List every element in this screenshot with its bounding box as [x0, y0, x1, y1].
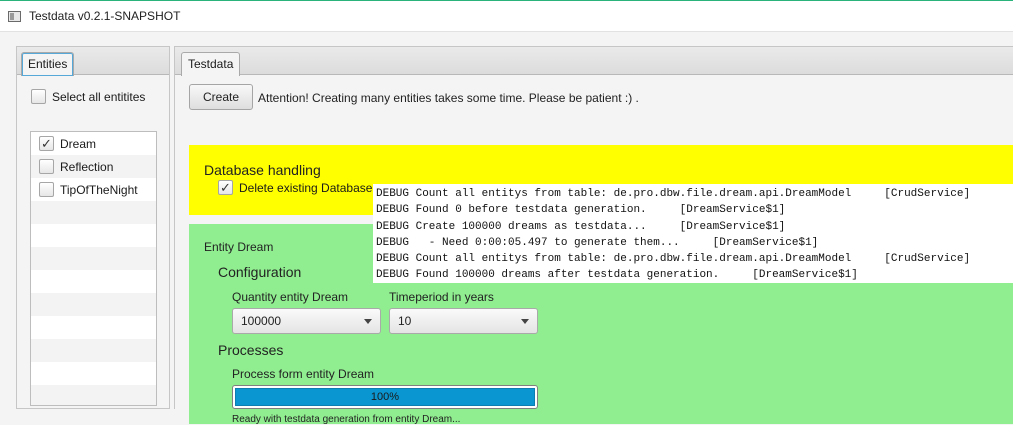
quantity-label: Quantity entity Dream: [232, 290, 349, 304]
list-item-label: TipOfTheNight: [60, 182, 138, 197]
quantity-combobox[interactable]: 100000: [232, 308, 381, 334]
log-line: DEBUG Create 100000 dreams as testdata..…: [376, 220, 786, 233]
tab-testdata[interactable]: Testdata: [181, 52, 241, 76]
tipofthenight-checkbox[interactable]: [39, 182, 54, 197]
entity-section-title: Entity Dream: [204, 240, 274, 254]
check-mark-icon: ✓: [41, 136, 52, 151]
select-all-checkbox[interactable]: Select all entitites: [31, 89, 145, 104]
select-all-label: Select all entitites: [52, 89, 146, 104]
entities-pane: Entities Select all entitites ✓ Dream Re…: [16, 46, 170, 409]
check-mark-icon: ✓: [220, 180, 231, 195]
list-row-empty: [31, 201, 156, 224]
log-line: DEBUG Count all entitys from table: de.p…: [376, 253, 971, 266]
window-client-area: Entities Select all entitites ✓ Dream Re…: [0, 31, 1013, 425]
list-row-empty: [31, 316, 156, 339]
list-item-label: Reflection: [60, 159, 114, 174]
list-item-tipofthenight[interactable]: TipOfTheNight: [31, 178, 156, 201]
list-row-empty: [31, 385, 156, 405]
debug-log-output: DEBUG Count all entitys from table: de.p…: [373, 184, 1013, 283]
log-line: DEBUG Found 100000 dreams after testdata…: [376, 269, 858, 282]
configuration-title: Configuration: [218, 264, 302, 280]
chevron-down-icon[interactable]: [521, 319, 529, 324]
testdata-tab-header: Testdata: [175, 47, 1013, 76]
log-line: DEBUG Count all entitys from table: de.p…: [376, 188, 971, 200]
log-line: DEBUG Found 0 before testdata generation…: [376, 204, 786, 217]
log-line: DEBUG - Need 0:00:05.497 to generate the…: [376, 236, 819, 249]
reflection-checkbox[interactable]: [39, 159, 54, 174]
checkbox-box[interactable]: [31, 89, 46, 104]
list-item-dream[interactable]: ✓ Dream: [31, 132, 156, 155]
delete-database-label: Delete existing Database: [239, 180, 373, 195]
app-window-icon: [8, 10, 21, 22]
attention-text: Attention! Creating many entities takes …: [258, 91, 639, 105]
list-row-empty: [31, 247, 156, 270]
list-item-label: Dream: [60, 136, 97, 151]
progress-text: 100%: [370, 391, 400, 403]
window-title: Testdata v0.2.1-SNAPSHOT: [29, 9, 181, 23]
list-row-empty: [31, 293, 156, 316]
create-button[interactable]: Create: [189, 84, 253, 110]
list-row-empty: [31, 362, 156, 385]
process-progress-bar: 100%: [232, 385, 538, 409]
chevron-down-icon[interactable]: [364, 319, 372, 324]
list-item-reflection[interactable]: Reflection: [31, 155, 156, 178]
list-row-empty: [31, 270, 156, 293]
timeperiod-combobox[interactable]: 10: [389, 308, 538, 334]
processes-title: Processes: [218, 342, 284, 358]
database-handling-title: Database handling: [204, 162, 321, 178]
quantity-value: 100000: [241, 314, 282, 328]
process-label: Process form entity Dream: [232, 367, 375, 381]
ready-status-text: Ready with testdata generation from enti…: [232, 414, 461, 425]
tab-entities[interactable]: Entities: [21, 52, 75, 76]
delete-database-checkbox[interactable]: ✓ Delete existing Database: [218, 180, 372, 195]
checkbox-box[interactable]: ✓: [218, 180, 233, 195]
entity-list[interactable]: ✓ Dream Reflection TipOfTheNight: [30, 131, 157, 406]
timeperiod-label: Timeperiod in years: [389, 290, 494, 304]
timeperiod-value: 10: [398, 314, 412, 328]
title-bar: Testdata v0.2.1-SNAPSHOT: [0, 0, 1013, 31]
entities-tab-header: Entities: [17, 47, 169, 76]
dream-checkbox[interactable]: ✓: [39, 136, 54, 151]
list-row-empty: [31, 224, 156, 247]
list-row-empty: [31, 339, 156, 362]
